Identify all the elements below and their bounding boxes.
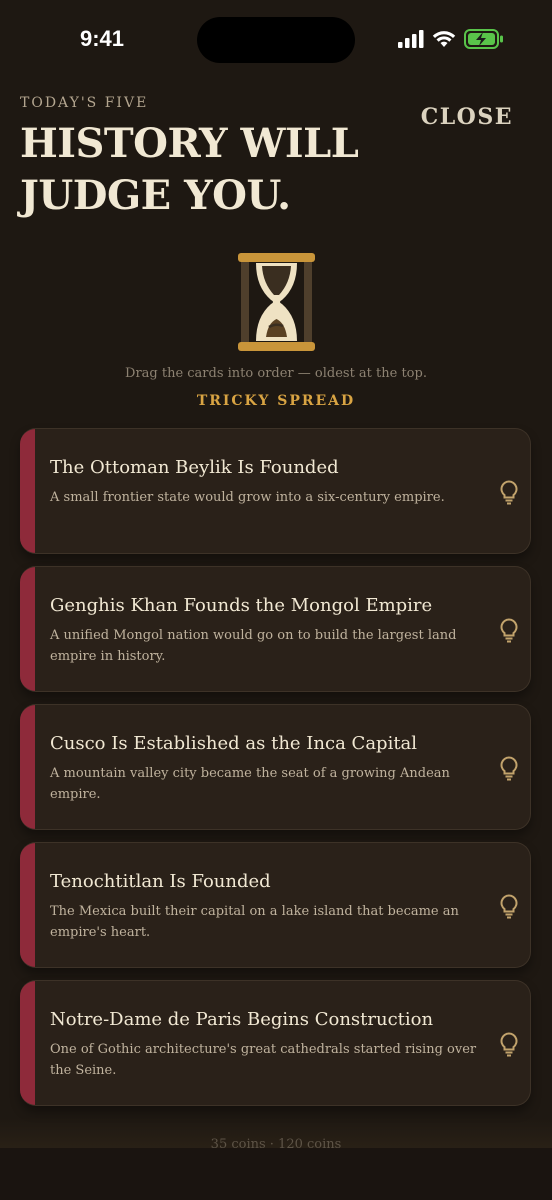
dynamic-island	[197, 17, 355, 63]
event-card[interactable]: Genghis Khan Founds the Mongol Empire A …	[20, 566, 531, 692]
event-card[interactable]: The Ottoman Beylik Is Founded A small fr…	[20, 428, 531, 554]
card-accent-stripe	[20, 705, 35, 829]
card-title: Notre-Dame de Paris Begins Construction	[50, 1009, 434, 1030]
status-bar: 9:41	[0, 0, 552, 84]
lightbulb-icon[interactable]	[498, 893, 520, 919]
card-accent-stripe	[20, 567, 35, 691]
lightbulb-icon[interactable]	[498, 1031, 520, 1057]
lightbulb-icon[interactable]	[498, 755, 520, 781]
card-description: A unified Mongol nation would go on to b…	[50, 628, 457, 664]
instructions-text: Drag the cards into order — oldest at th…	[125, 366, 427, 381]
wifi-icon	[432, 31, 456, 47]
event-card[interactable]: Notre-Dame de Paris Begins Construction …	[20, 980, 531, 1106]
card-description: One of Gothic architecture's great cathe…	[50, 1042, 477, 1078]
card-accent-stripe	[20, 843, 35, 967]
hourglass-icon	[238, 253, 315, 351]
close-button[interactable]: CLOSE	[421, 104, 513, 130]
bottom-bar	[0, 1148, 552, 1200]
lightbulb-icon[interactable]	[498, 479, 520, 505]
card-accent-stripe	[20, 429, 35, 553]
card-title: Cusco Is Established as the Inca Capital	[50, 733, 418, 754]
card-title: Tenochtitlan Is Founded	[50, 871, 271, 892]
status-time: 9:41	[80, 26, 125, 51]
card-accent-stripe	[20, 981, 35, 1105]
battery-charging-icon	[464, 29, 503, 49]
card-description: A small frontier state would grow into a…	[50, 490, 445, 505]
difficulty-label: TRICKY SPREAD	[196, 393, 356, 409]
event-card[interactable]: Tenochtitlan Is Founded The Mexica built…	[20, 842, 531, 968]
card-title: Genghis Khan Founds the Mongol Empire	[50, 595, 433, 616]
card-description: The Mexica built their capital on a lake…	[50, 904, 459, 940]
event-card[interactable]: Cusco Is Established as the Inca Capital…	[20, 704, 531, 830]
lightbulb-icon[interactable]	[498, 617, 520, 643]
page-title: HISTORY WILL JUDGE YOU.	[20, 120, 359, 219]
status-icons	[398, 29, 504, 49]
card-description: A mountain valley city became the seat o…	[50, 766, 450, 802]
eyebrow-label: TODAY'S FIVE	[20, 95, 149, 111]
card-title: The Ottoman Beylik Is Founded	[50, 457, 339, 478]
cellular-signal-icon	[398, 30, 424, 48]
